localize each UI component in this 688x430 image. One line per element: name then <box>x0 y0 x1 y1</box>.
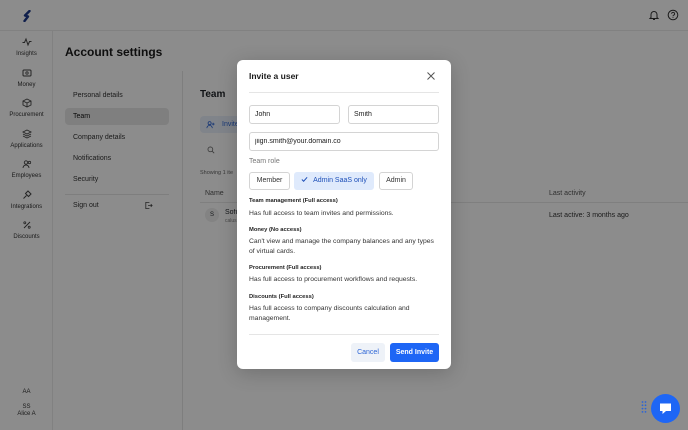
permission-description: Has full access to company discounts cal… <box>249 305 410 322</box>
permission-title: Money (No access) <box>249 227 302 233</box>
invite-user-modal: Invite a user Team role Member Admin Saa… <box>237 60 451 369</box>
cancel-button[interactable]: Cancel <box>351 343 385 362</box>
team-role-label: Team role <box>249 158 280 165</box>
chat-button[interactable] <box>651 394 680 423</box>
chat-icon <box>660 403 671 414</box>
close-icon[interactable] <box>426 71 436 81</box>
email-field[interactable] <box>249 132 439 151</box>
first-name-field[interactable] <box>249 105 340 124</box>
role-member-button[interactable]: Member <box>249 172 290 190</box>
role-admin-button[interactable]: Admin <box>379 172 413 190</box>
last-name-field[interactable] <box>348 105 439 124</box>
role-label: Admin SaaS only <box>313 177 367 184</box>
permission-title: Procurement (Full access) <box>249 265 322 271</box>
permission-description: Has full access to procurement workflows… <box>249 276 418 283</box>
check-icon <box>301 176 308 182</box>
modal-title: Invite a user <box>249 71 299 81</box>
send-invite-button[interactable]: Send Invite <box>390 343 439 362</box>
divider <box>249 334 439 335</box>
divider <box>249 92 439 93</box>
permission-title: Discounts (Full access) <box>249 294 314 300</box>
drag-handle-icon[interactable] <box>641 400 647 414</box>
permission-description: Can't view and manage the company balanc… <box>249 238 434 255</box>
permission-description: Has full access to team invites and perm… <box>249 210 394 217</box>
role-admin-saas-button[interactable]: Admin SaaS only <box>294 172 374 190</box>
permission-title: Team management (Full access) <box>249 198 338 204</box>
